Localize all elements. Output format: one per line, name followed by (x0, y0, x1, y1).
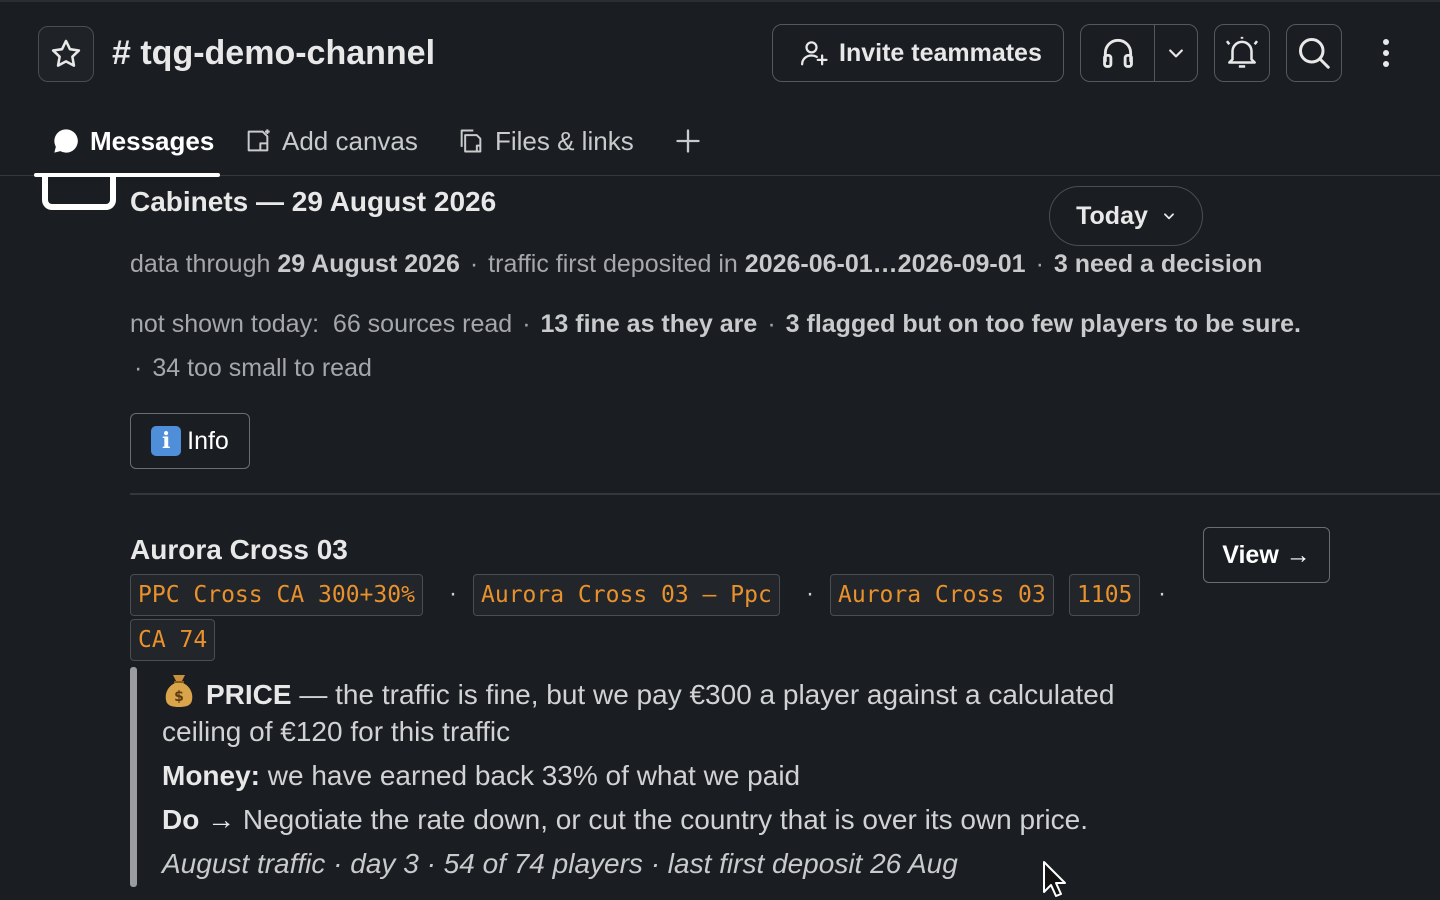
money-line: Money: we have earned back 33% of what w… (162, 760, 800, 792)
summary-line-1: data through 29 August 2026 · traffic firs… (130, 250, 1263, 278)
channel-tabs: Messages Add canvas Files & links (0, 112, 1440, 178)
too-small-count: 34 too small to read (152, 354, 372, 382)
flagged-count: 3 flagged but on too few players to be s… (785, 310, 1302, 338)
tab-files-links[interactable]: Files & links (457, 124, 634, 158)
add-user-icon (801, 41, 828, 66)
plus-icon (676, 129, 700, 153)
view-button[interactable]: View → (1203, 527, 1330, 583)
not-shown-label: not shown today: (130, 310, 320, 338)
money-bag-icon: $ (165, 675, 193, 707)
huddle-button[interactable] (1081, 25, 1155, 81)
traffic-label: traffic first deposited in (488, 250, 738, 278)
huddle-options-button[interactable] (1155, 25, 1197, 81)
message-title: Cabinets — 29 August 2026 (130, 186, 497, 217)
data-through-date: 29 August 2026 (277, 250, 460, 278)
divider (130, 493, 1440, 495)
info-button[interactable]: i Info (130, 413, 250, 469)
price-line: $ PRICE — the traffic is fine, but we pay… (162, 672, 1114, 711)
huddle-button-group (1080, 24, 1198, 82)
source-name: Aurora Cross 03 (130, 534, 348, 565)
tag-source: Aurora Cross 03 – Ppc (473, 574, 780, 616)
tag-id: 1105 (1069, 574, 1141, 616)
summary-line-3: · 34 too small to read (134, 354, 372, 382)
mouse-cursor-icon (1043, 861, 1066, 897)
tab-messages[interactable]: Messages (52, 124, 214, 158)
notifications-button[interactable] (1214, 24, 1270, 82)
message-bubble-icon (54, 129, 78, 153)
headphones-icon (1102, 38, 1133, 68)
traffic-footer: August traffic · day 3 · 54 of 74 player… (162, 848, 958, 879)
tab-add-canvas-label: Add canvas (282, 125, 418, 156)
star-icon (51, 39, 81, 67)
tab-add-canvas[interactable]: Add canvas (244, 124, 418, 158)
chevron-down-icon (1163, 213, 1174, 220)
price-label: PRICE (206, 679, 292, 710)
date-jump-button[interactable]: Today (1049, 186, 1203, 246)
star-button[interactable] (38, 26, 94, 82)
message-list[interactable]: Cabinets — 29 August 2026 Today data thr… (0, 176, 1440, 900)
more-options-button[interactable] (1366, 32, 1406, 74)
price-text: — the traffic is fine, but we pay €300 a… (299, 679, 1115, 710)
money-label: Money: (162, 760, 260, 791)
vertical-ellipsis-icon (1383, 39, 1389, 67)
quote-bar (130, 667, 137, 887)
tag-campaign: PPC Cross CA 300+30% (130, 574, 423, 616)
summary-line-2: not shown today: 66 sources read · 13 fine… (130, 310, 1302, 338)
tab-files-links-label: Files & links (495, 125, 634, 156)
do-label: Do → (162, 804, 236, 835)
fine-count: 13 fine as they are (540, 310, 758, 338)
app-avatar[interactable] (42, 176, 116, 210)
channel-header: # tqg-demo-channel Invite teammates Mess… (0, 0, 1440, 178)
info-label: Info (187, 426, 229, 455)
invite-label: Invite teammates (839, 38, 1042, 67)
search-icon (1299, 38, 1330, 69)
add-tab-button[interactable] (674, 124, 702, 158)
files-icon (460, 129, 482, 153)
price-line-2: ceiling of €120 for this traffic (162, 716, 511, 747)
sources-read: 66 sources read (332, 310, 513, 338)
money-text: we have earned back 33% of what we paid (267, 760, 801, 791)
do-line: Do → Negotiate the rate down, or cut the… (162, 804, 1088, 836)
bell-icon (1225, 36, 1259, 68)
channel-title[interactable]: # tqg-demo-channel (112, 30, 435, 76)
do-text: Negotiate the rate down, or cut the coun… (242, 804, 1088, 835)
svg-text:$: $ (174, 689, 184, 705)
info-icon: i (151, 426, 182, 456)
decision-count: 3 need a decision (1053, 250, 1263, 278)
chevron-down-icon (1169, 49, 1183, 58)
tag-country: CA 74 (130, 619, 216, 661)
tag-cabinet: Aurora Cross 03 (830, 574, 1054, 616)
today-label: Today (1076, 201, 1148, 230)
data-through-label: data through (130, 250, 271, 278)
canvas-icon (247, 129, 270, 152)
traffic-range: 2026-06-01…2026-09-01 (744, 250, 1026, 278)
tab-messages-label: Messages (90, 125, 215, 156)
search-button[interactable] (1286, 24, 1342, 82)
invite-teammates-button[interactable]: Invite teammates (772, 24, 1064, 82)
